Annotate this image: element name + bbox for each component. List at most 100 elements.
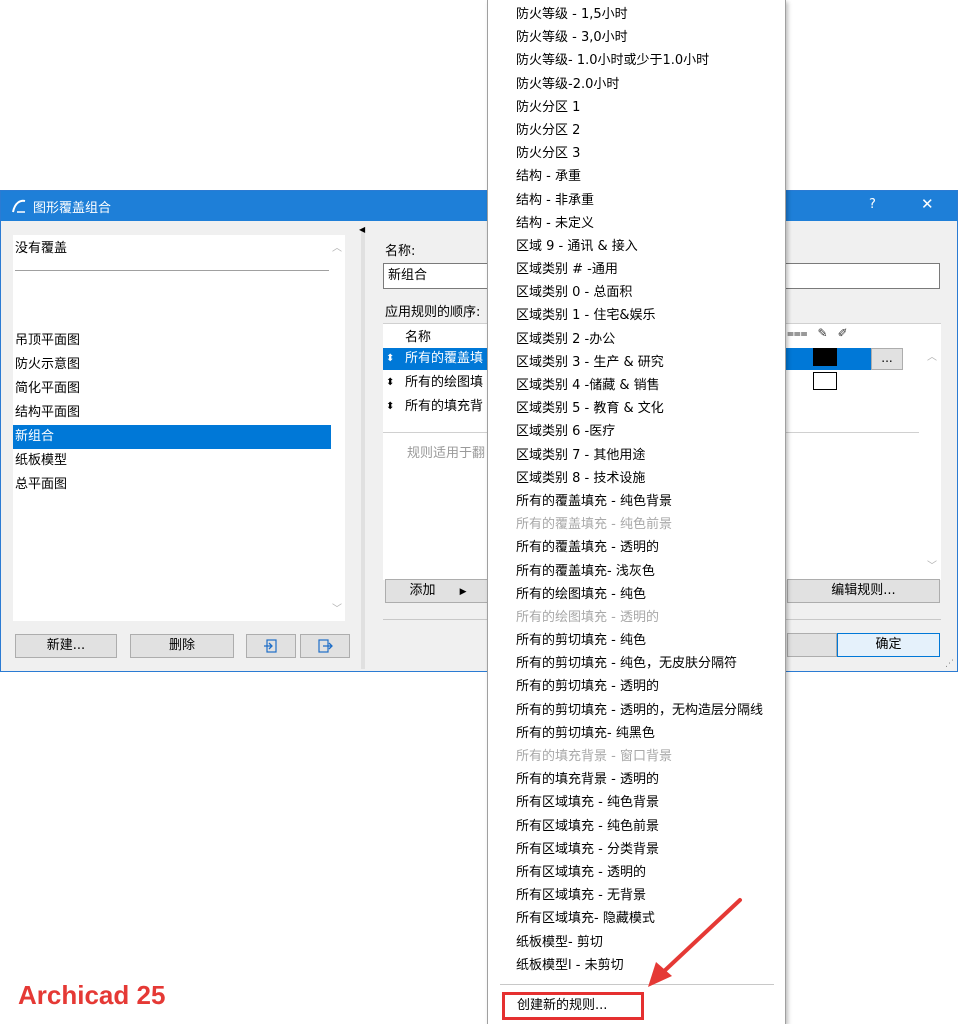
menu-item[interactable]: 防火等级- 1.0小时或少于1.0小时 xyxy=(488,49,785,72)
graphic-override-combinations-dialog: 图形覆盖组合 ? ✕ 没有覆盖 吊顶平面图 防火示意图 简化平面图 结构平面图 新组合纸… xyxy=(0,190,958,672)
menu-item[interactable]: 所有区域填充- 隐藏模式 xyxy=(488,907,785,930)
menu-item: 所有的填充背景 - 窗口背景 xyxy=(516,749,672,764)
rule-color-swatch[interactable] xyxy=(813,348,837,366)
drag-handle-icon[interactable]: ⬍ xyxy=(386,372,394,394)
column-name-header: 名称 xyxy=(405,330,432,345)
menu-item: 所有的绘图填充 - 透明的 xyxy=(516,609,659,625)
combination-item[interactable]: 新组合 xyxy=(13,425,331,449)
menu-item[interactable]: 所有的填充背景 - 透明的 xyxy=(488,768,785,791)
menu-item[interactable]: 所有的剪切填充 - 纯色，无皮肤分隔符 xyxy=(488,652,785,675)
create-new-rule-item[interactable]: 创建新的规则... xyxy=(502,992,644,1020)
combination-item[interactable]: 防火示意图 xyxy=(13,353,331,377)
drag-handle-icon[interactable]: ⬍ xyxy=(386,348,394,370)
resize-grip-icon[interactable]: ⋰ xyxy=(945,659,954,669)
import-icon xyxy=(264,639,277,653)
rule-name: 所有的覆盖填 xyxy=(405,351,484,366)
rule-name: 所有的绘图填 xyxy=(405,375,484,390)
menu-item[interactable]: 防火分区 1 xyxy=(488,96,785,119)
scroll-up-icon[interactable]: ︿ xyxy=(927,348,937,363)
combination-item[interactable]: 总平面图 xyxy=(13,473,331,497)
list-scrollbar[interactable]: ︿ ﹀ xyxy=(329,235,345,621)
menu-item[interactable]: 区域类别 8 - 技术设施 xyxy=(488,467,785,490)
panel-splitter[interactable] xyxy=(361,229,365,669)
menu-item[interactable]: 所有的覆盖填充 - 纯色背景 xyxy=(488,490,785,513)
menu-item[interactable]: 所有区域填充 - 无背景 xyxy=(488,884,785,907)
menu-item[interactable]: 结构 - 非承重 xyxy=(488,189,785,212)
menu-item[interactable]: 区域类别 # -通用 xyxy=(488,258,785,281)
titlebar: 图形覆盖组合 ? ✕ xyxy=(1,191,957,221)
rule-menu-items: 防火等级 - 1,5小时 防火等级 - 3,0小时 防火等级- 1.0小时或少于1.… xyxy=(488,3,785,977)
add-rule-menu: 防火等级 - 1,5小时 防火等级 - 3,0小时 防火等级- 1.0小时或少于1.… xyxy=(487,0,786,1024)
archicad-version-label: Archicad 25 xyxy=(18,980,166,1010)
menu-item[interactable]: 结构 - 未定义 xyxy=(488,212,785,235)
column-icons-header: ⩶✎✐ xyxy=(787,326,858,341)
cancel-button-partial[interactable] xyxy=(787,633,837,657)
menu-item[interactable]: 所有的剪切填充 - 透明的 xyxy=(488,675,785,698)
menu-item[interactable]: 区域类别 7 - 其他用途 xyxy=(488,444,785,467)
dialog-title: 图形覆盖组合 xyxy=(33,201,112,216)
scroll-down-icon[interactable]: ﹀ xyxy=(332,600,342,615)
combination-items: 吊顶平面图 防火示意图 简化平面图 结构平面图 新组合 纸板模型 总平面图 xyxy=(13,329,331,497)
rule-order-label: 应用规则的顺序: xyxy=(385,305,481,320)
menu-item[interactable]: 防火等级 - 3,0小时 xyxy=(488,26,785,49)
rule-color-swatch[interactable] xyxy=(813,372,837,390)
delete-combination-button[interactable]: 删除 xyxy=(130,634,234,658)
menu-item[interactable]: 纸板模型l - 未剪切 xyxy=(488,954,785,977)
rule-name: 所有的填充背 xyxy=(405,399,484,414)
menu-item[interactable]: 防火分区 2 xyxy=(488,119,785,142)
menu-item[interactable]: 所有区域填充 - 纯色前景 xyxy=(488,815,785,838)
menu-item[interactable]: 防火分区 3 xyxy=(488,142,785,165)
pen-icon: ✎ xyxy=(817,326,838,340)
list-divider xyxy=(15,270,329,271)
menu-item[interactable]: 所有的剪切填充 - 纯色 xyxy=(488,629,785,652)
menu-item[interactable]: 防火等级-2.0小时 xyxy=(488,73,785,96)
menu-item[interactable]: 结构 - 承重 xyxy=(488,165,785,188)
combination-list[interactable]: 没有覆盖 吊顶平面图 防火示意图 简化平面图 结构平面图 新组合 纸板模型 总平面图 ︿ ﹀ xyxy=(13,235,345,621)
fill-icon: ⩶ xyxy=(787,326,818,340)
new-combination-button[interactable]: 新建... xyxy=(15,634,117,658)
menu-item[interactable]: 区域类别 6 -医疗 xyxy=(488,420,785,443)
menu-item: 所有的覆盖填充 - 纯色前景 xyxy=(516,517,672,533)
menu-item[interactable]: 区域类别 3 - 生产 & 研究 xyxy=(488,351,785,374)
menu-item[interactable]: 所有区域填充 - 分类背景 xyxy=(488,838,785,861)
export-icon xyxy=(318,639,333,653)
menu-item[interactable]: 区域类别 1 - 住宅&娱乐 xyxy=(488,304,785,327)
menu-separator xyxy=(500,984,774,985)
menu-item[interactable]: 所有的剪切填充- 纯黑色 xyxy=(488,722,785,745)
menu-item[interactable]: 区域 9 - 通讯 & 接入 xyxy=(488,235,785,258)
combination-item[interactable]: 简化平面图 xyxy=(13,377,331,401)
menu-item[interactable]: 所有区域填充 - 纯色背景 xyxy=(488,791,785,814)
scroll-down-icon[interactable]: ﹀ xyxy=(927,557,937,572)
menu-item[interactable]: 防火等级 - 1,5小时 xyxy=(488,3,785,26)
drag-handle-icon[interactable]: ⬍ xyxy=(386,396,394,418)
menu-item[interactable]: 区域类别 5 - 教育 & 文化 xyxy=(488,397,785,420)
menu-item[interactable]: 纸板模型- 剪切 xyxy=(488,931,785,954)
add-rule-label: 添加 xyxy=(409,583,436,598)
submenu-arrow-icon: ▶ xyxy=(459,587,467,597)
ok-button[interactable]: 确定 xyxy=(837,633,940,657)
menu-item[interactable]: 区域类别 2 -办公 xyxy=(488,328,785,351)
scroll-up-icon[interactable]: ︿ xyxy=(332,239,342,254)
brush-icon: ✐ xyxy=(837,326,858,340)
menu-item[interactable]: 所有的覆盖填充 - 透明的 xyxy=(488,536,785,559)
combination-item[interactable]: 吊顶平面图 xyxy=(13,329,331,353)
menu-item[interactable]: 所有的绘图填充 - 纯色 xyxy=(488,583,785,606)
add-rule-button[interactable]: 添加 ▶ xyxy=(385,579,491,603)
collapse-arrow-icon[interactable]: ◀ xyxy=(359,225,365,234)
rule-hint-text: 规则适用于翻 xyxy=(407,446,486,461)
menu-item[interactable]: 区域类别 4 -储藏 & 销售 xyxy=(488,374,785,397)
export-button[interactable] xyxy=(300,634,350,658)
menu-item[interactable]: 所有的覆盖填充- 浅灰色 xyxy=(488,560,785,583)
menu-item[interactable]: 所有的剪切填充 - 透明的，无构造层分隔线 xyxy=(488,699,785,722)
close-button[interactable]: ✕ xyxy=(921,195,934,213)
rule-options-button[interactable]: ... xyxy=(871,348,903,370)
menu-item[interactable]: 所有区域填充 - 透明的 xyxy=(488,861,785,884)
combination-item[interactable]: 纸板模型 xyxy=(13,449,331,473)
archicad-app-icon xyxy=(12,199,26,213)
combination-item[interactable]: 结构平面图 xyxy=(13,401,331,425)
import-button[interactable] xyxy=(246,634,296,658)
help-button[interactable]: ? xyxy=(869,197,876,212)
edit-rule-button[interactable]: 编辑规则... xyxy=(787,579,940,603)
menu-item[interactable]: 区域类别 0 - 总面积 xyxy=(488,281,785,304)
no-override-item[interactable]: 没有覆盖 xyxy=(15,239,67,259)
